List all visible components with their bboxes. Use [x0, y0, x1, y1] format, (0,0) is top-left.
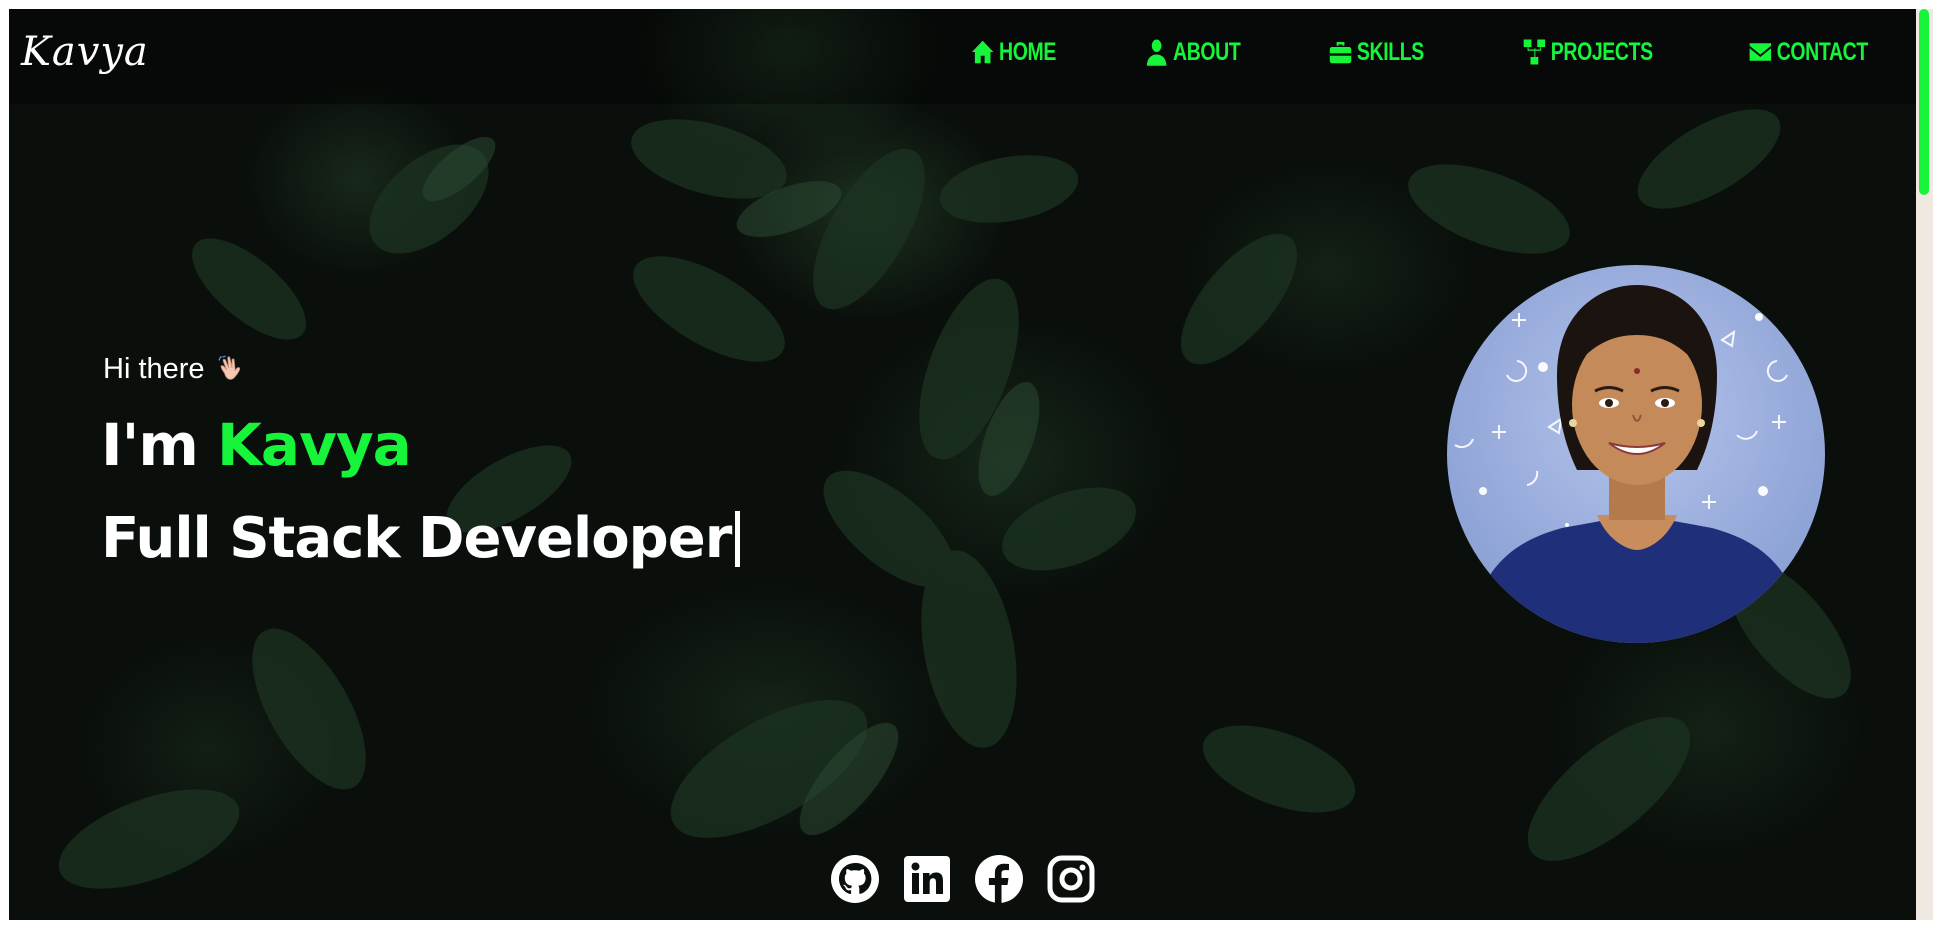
facebook-icon — [975, 855, 1023, 903]
envelope-icon — [1749, 43, 1772, 61]
nav-home[interactable]: HOME — [971, 37, 1056, 67]
github-link[interactable] — [830, 854, 880, 904]
main-nav: HOME ABOUT SKILLS PROJECTS CONTACT — [947, 37, 1868, 67]
facebook-link[interactable] — [974, 854, 1024, 904]
hero-section: Kavya HOME ABOUT SKILLS PROJECTS CONTACT — [9, 9, 1916, 920]
nav-projects[interactable]: PROJECTS — [1523, 37, 1654, 67]
scrollbar-thumb[interactable] — [1919, 9, 1929, 195]
navbar: Kavya HOME ABOUT SKILLS PROJECTS CONTACT — [9, 9, 1916, 104]
linkedin-link[interactable] — [902, 854, 952, 904]
intro-prefix: I'm — [101, 411, 199, 479]
home-icon — [972, 40, 994, 64]
intro-heading: I'm Kavya — [101, 411, 412, 479]
user-icon — [1146, 39, 1167, 66]
toolbox-icon — [1330, 42, 1352, 64]
nav-about-label: ABOUT — [1173, 37, 1241, 66]
profile-photo — [1447, 265, 1825, 643]
nav-skills-label: SKILLS — [1357, 37, 1425, 66]
typing-cursor — [735, 510, 741, 567]
linkedin-icon — [904, 856, 950, 902]
role-text: Full Stack Developer — [101, 506, 732, 571]
greeting: Hi there — [103, 352, 249, 386]
nav-contact-label: CONTACT — [1776, 37, 1869, 66]
nav-projects-label: PROJECTS — [1551, 37, 1654, 66]
nav-home-label: HOME — [999, 37, 1057, 66]
nav-contact[interactable]: CONTACT — [1749, 37, 1868, 67]
social-links — [830, 854, 1096, 904]
instagram-icon — [1047, 855, 1095, 903]
brand-logo[interactable]: Kavya — [21, 29, 149, 75]
github-icon — [831, 855, 879, 903]
intro-name: Kavya — [216, 411, 412, 479]
role-heading: Full Stack Developer — [101, 506, 741, 571]
waving-hand-icon — [218, 355, 240, 380]
sitemap-icon — [1524, 39, 1546, 65]
nav-about[interactable]: ABOUT — [1145, 37, 1241, 67]
nav-skills[interactable]: SKILLS — [1329, 37, 1425, 67]
greeting-text: Hi there — [103, 352, 205, 385]
instagram-link[interactable] — [1046, 854, 1096, 904]
